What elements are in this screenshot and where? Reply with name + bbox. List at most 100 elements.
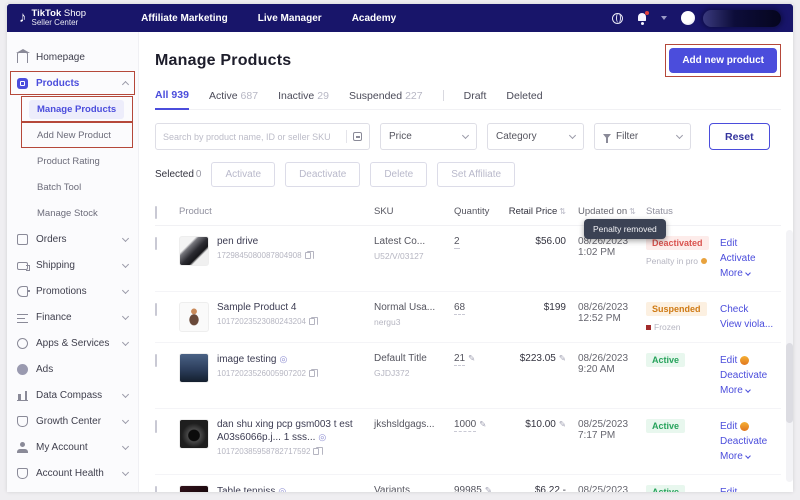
row-checkbox[interactable] [155,420,157,433]
more-link[interactable]: More [720,383,778,398]
sidebar-item-product-rating[interactable]: Product Rating [7,148,138,174]
row-checkbox[interactable] [155,354,157,367]
edit-pencil-icon[interactable]: ✎ [468,353,475,363]
sort-icon[interactable]: ⇅ [559,207,566,216]
tab-active[interactable]: Active 687 [209,90,258,109]
delete-button[interactable]: Delete [370,162,428,187]
sidebar-item-manage-stock[interactable]: Manage Stock [7,200,138,226]
add-new-product-button[interactable]: Add new product [669,48,777,73]
row-checkbox[interactable] [155,237,157,250]
product-name[interactable]: dan shu xing pcp gsm003 t est A03s6066p.… [217,419,353,443]
quantity-value[interactable]: 68 [454,302,466,315]
sidebar-item-homepage[interactable]: Homepage [7,44,138,70]
more-link[interactable]: More [720,266,778,281]
sidebar-item-products[interactable]: Products [7,70,138,96]
tab-all[interactable]: All 939 [155,89,189,110]
quantity-value[interactable]: 1000 [454,419,477,432]
edit-pencil-icon[interactable]: ✎ [559,353,566,363]
row-checkbox[interactable] [155,486,157,492]
set-affiliate-button[interactable]: Set Affiliate [437,162,516,187]
product-name[interactable]: Table tenniss [217,486,275,492]
sidebar-item-data-compass[interactable]: Data Compass [7,382,138,408]
sidebar-item-promotions[interactable]: Promotions [7,278,138,304]
updated-date: 08/25/2023 [578,419,629,430]
sidebar-item-finance[interactable]: Finance [7,304,138,330]
sku-code: nergu3 [374,317,401,327]
reset-button[interactable]: Reset [709,123,770,150]
chevron-down-icon[interactable] [661,16,667,20]
select-all-checkbox[interactable] [155,206,157,219]
edit-link[interactable]: Edit [720,353,778,368]
updated-time: 9:20 AM [578,364,615,375]
more-link[interactable]: More [720,449,778,464]
activate-button[interactable]: Activate [211,162,276,187]
sidebar-item-orders[interactable]: Orders [7,226,138,252]
copy-icon[interactable] [304,250,315,259]
tab-suspended[interactable]: Suspended 227 [349,90,423,109]
deactivate-link[interactable]: Deactivate [720,368,778,383]
search-box[interactable] [155,123,370,150]
price-dropdown[interactable]: Price [380,123,477,150]
check-link[interactable]: Check [720,302,778,317]
sidebar-item-manage-products[interactable]: Manage Products [7,96,138,122]
edit-link[interactable]: Edit [720,419,778,434]
product-thumbnail[interactable] [179,419,209,449]
nav-affiliate-marketing[interactable]: Affiliate Marketing [141,13,228,24]
product-name[interactable]: pen drive [217,236,311,248]
deactivate-button[interactable]: Deactivate [285,162,361,187]
bell-icon[interactable] [637,11,649,25]
quantity-value[interactable]: 2 [454,236,460,249]
chevron-down-icon [121,260,130,268]
globe-icon[interactable] [612,12,623,24]
product-thumbnail[interactable] [179,302,209,332]
tab-inactive[interactable]: Inactive 29 [278,90,329,109]
nav-live-manager[interactable]: Live Manager [258,13,322,24]
visibility-icon[interactable]: ◎ [318,432,326,442]
notification-dot [645,11,649,15]
copy-icon[interactable] [308,316,319,325]
activate-link[interactable]: Activate [720,251,778,266]
visibility-icon[interactable]: ◎ [278,486,286,492]
edit-link[interactable]: Edit [720,236,778,251]
category-dropdown[interactable]: Category [487,123,584,150]
sidebar-item-shipping[interactable]: Shipping [7,252,138,278]
product-thumbnail[interactable] [179,236,209,266]
tiktok-shop-logo[interactable]: ♪ TikTok Shop Seller Center [19,8,86,27]
visibility-icon[interactable]: ◎ [279,354,287,364]
copy-icon[interactable] [313,446,323,455]
view-violation-link[interactable]: View viola... [720,317,778,332]
product-name[interactable]: image testing [217,354,276,365]
tab-deleted[interactable]: Deleted [506,90,542,109]
row-checkbox[interactable] [155,303,157,316]
quantity-value[interactable]: 21 [454,353,466,366]
nav-academy[interactable]: Academy [352,13,396,24]
sidebar-item-apps-services[interactable]: Apps & Services [7,330,138,356]
apps-services-icon [17,337,28,349]
sidebar-item-add-new-product[interactable]: Add New Product [7,122,138,148]
deactivate-link[interactable]: Deactivate [720,434,778,449]
scrollbar-track[interactable] [786,230,793,482]
sidebar-item-ads[interactable]: Ads [7,356,138,382]
product-thumbnail[interactable] [179,485,209,492]
sort-icon[interactable]: ⇅ [629,207,636,216]
copy-icon[interactable] [308,368,319,377]
search-input[interactable] [163,131,340,142]
products-icon [17,77,28,89]
edit-pencil-icon[interactable]: ✎ [479,419,486,429]
product-thumbnail[interactable] [179,353,209,383]
tab-draft[interactable]: Draft [464,90,487,109]
edit-link[interactable]: Edit [720,485,778,492]
sidebar-item-batch-tool[interactable]: Batch Tool [7,174,138,200]
edit-pencil-icon[interactable]: ✎ [485,485,492,492]
shipping-icon [17,262,30,271]
sidebar-item-growth-center[interactable]: Growth Center [7,408,138,434]
edit-pencil-icon[interactable]: ✎ [559,419,566,429]
image-search-icon[interactable] [353,132,362,141]
sidebar-item-my-account[interactable]: My Account [7,434,138,460]
sidebar-item-account-health[interactable]: Account Health [7,460,138,486]
product-name[interactable]: Sample Product 4 [217,302,315,314]
scrollbar-thumb[interactable] [786,343,793,424]
filter-dropdown[interactable]: Filter [594,123,691,150]
quantity-value[interactable]: 99985 [454,485,482,492]
avatar[interactable] [681,11,695,25]
